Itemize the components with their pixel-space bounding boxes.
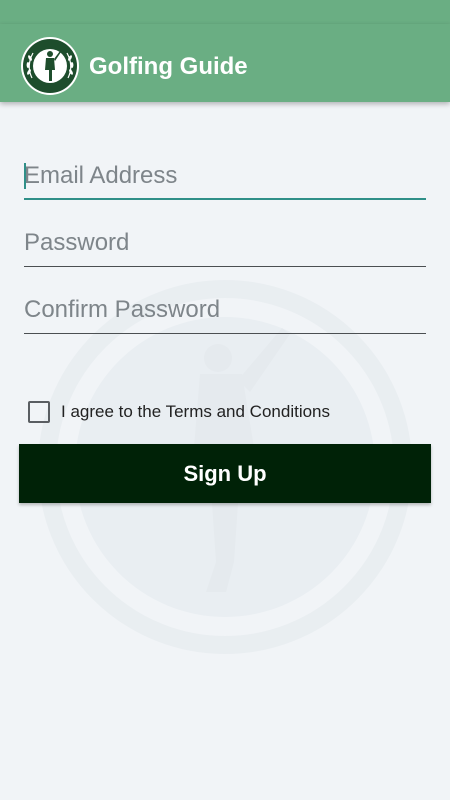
confirm-password-field[interactable]: [24, 290, 426, 334]
confirm-password-underline: [24, 333, 426, 334]
password-underline: [24, 266, 426, 267]
password-input[interactable]: [24, 223, 426, 263]
password-field[interactable]: [24, 223, 426, 267]
app-bar: Golfing Guide: [0, 24, 450, 102]
terms-checkbox[interactable]: [28, 401, 50, 423]
email-underline: [24, 198, 426, 200]
status-bar: [0, 0, 450, 24]
email-input[interactable]: [24, 156, 426, 196]
terms-row[interactable]: I agree to the Terms and Conditions: [28, 398, 428, 426]
golfer-laurel-logo-icon: [21, 37, 79, 95]
email-field[interactable]: [24, 156, 426, 200]
text-cursor: [24, 163, 26, 189]
app-title: Golfing Guide: [89, 53, 248, 80]
confirm-password-input[interactable]: [24, 290, 426, 330]
terms-label[interactable]: I agree to the Terms and Conditions: [61, 402, 330, 422]
signup-button[interactable]: Sign Up: [19, 444, 431, 503]
